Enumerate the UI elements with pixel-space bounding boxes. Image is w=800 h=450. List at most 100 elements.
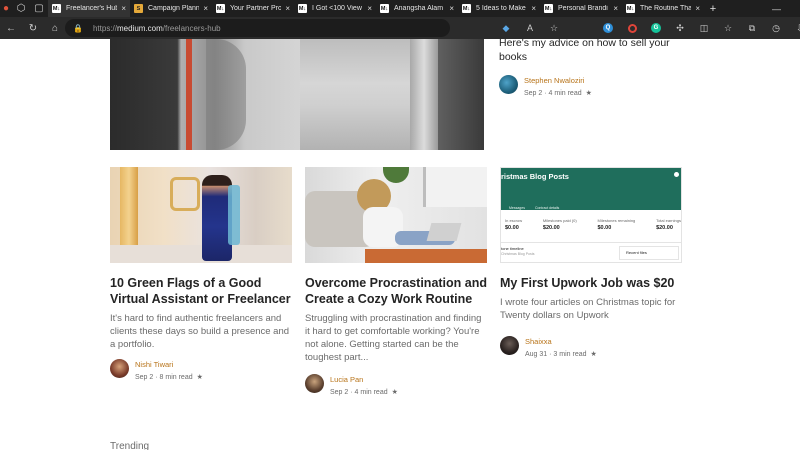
post-meta: Sep 2 · 8 min read ★ [135,373,203,383]
profile-icon[interactable]: ● [0,0,12,17]
story-author: Shaixxa Aug 31 · 3 min read ★ [500,336,682,360]
post-date: Sep 2 [330,389,349,396]
home-icon[interactable]: ⌂ [44,17,66,39]
tab-anangsha-alam[interactable]: M↓ Anangsha Alam × [376,0,458,17]
close-tab-icon[interactable]: × [121,4,126,13]
close-tab-icon[interactable]: × [695,4,700,13]
thumbnail-stat: Milestones remaining $0.00 [597,218,635,231]
author-name[interactable]: Shaixxa [525,337,597,346]
tab-title: I Got <100 View [312,5,362,12]
close-tab-icon[interactable]: × [449,4,454,13]
avatar[interactable] [500,336,519,355]
tab-title: The Routine Tha [640,5,692,12]
url-host: medium.com [116,23,163,33]
grammarly-icon[interactable]: G [644,17,668,39]
story-subtitle[interactable]: I wrote four articles on Christmas topic… [500,296,682,322]
tab-5-ideas[interactable]: M↓ 5 Ideas to Make × [458,0,540,17]
tab-title: Anangsha Alam [394,5,444,12]
url-path: /freelancers-hub [162,23,221,33]
story-card[interactable]: Overcome Procrastination and Create a Co… [305,167,487,398]
tab-personal-branding[interactable]: M↓ Personal Brandi × [540,0,622,17]
history-icon[interactable]: ◷ [764,17,788,39]
extension-record-icon[interactable] [620,17,644,39]
minimize-icon[interactable]: — [772,0,781,17]
stat-label: Milestones remaining [597,218,636,223]
story-subtitle[interactable]: Struggling with procrastination and find… [305,312,487,364]
medium-favicon-icon: M↓ [298,4,307,13]
refresh-icon[interactable]: ↻ [22,17,44,39]
story-title[interactable]: 10 Green Flags of a Good Virtual Assista… [110,275,292,307]
collections-icon[interactable]: ⧉ [740,17,764,39]
image-detail [170,177,200,211]
read-time: 4 min read [354,389,388,396]
author-name[interactable]: Stephen Nwaloziri [524,76,592,85]
image-detail [300,39,410,150]
thumbnail-title: ristmas Blog Posts [501,172,569,181]
divider [566,17,596,39]
post-meta: Aug 31 · 3 min read ★ [525,350,597,360]
favorite-star-icon[interactable]: ☆ [542,17,566,39]
extension-search-icon[interactable]: Q [596,17,620,39]
story-card[interactable]: 10 Green Flags of a Good Virtual Assista… [110,167,292,383]
tab-title: Freelancer's Hub [66,5,118,12]
thumbnail-menu-icon [674,172,679,177]
image-detail [410,39,438,150]
author-name[interactable]: Lucia Pan [330,375,398,384]
thumbnail-tabs: Messages Contract details [509,206,559,210]
author-name[interactable]: Nishi Tiwari [135,360,203,369]
avatar[interactable] [305,374,324,393]
close-tab-icon[interactable]: × [203,4,208,13]
new-tab-button[interactable]: + [704,3,722,15]
avatar[interactable] [499,75,518,94]
tab-freelancers-hub[interactable]: M↓ Freelancer's Hub × [48,0,130,17]
workspaces-icon[interactable]: ⬡ [12,0,30,17]
medium-favicon-icon: M↓ [544,4,553,13]
story-subtitle[interactable]: It's hard to find authentic freelancers … [110,312,292,351]
close-tab-icon[interactable]: × [613,4,618,13]
story-title[interactable]: My First Upwork Job was $20 [500,275,682,291]
story-author: Nishi Tiwari Sep 2 · 8 min read ★ [110,359,292,383]
back-icon[interactable]: ← [0,17,22,39]
featured-story-image[interactable] [110,39,484,150]
thumbnail-stat: Total earnings $20.00 [656,218,681,231]
tab-i-got-100-views[interactable]: M↓ I Got <100 View × [294,0,376,17]
medium-favicon-icon: M↓ [626,4,635,13]
featured-story-snippet[interactable]: Here's my advice on how to sell your boo… [499,39,679,64]
stat-value: $20.00 [656,225,673,231]
story-thumbnail[interactable]: ristmas Blog Posts Messages Contract det… [500,167,682,263]
tab-your-partner[interactable]: M↓ Your Partner Pro × [212,0,294,17]
tab-title: Your Partner Pro [230,5,282,12]
image-detail [206,39,246,150]
tab-the-routine[interactable]: M↓ The Routine Tha × [622,0,704,17]
story-title[interactable]: Overcome Procrastination and Create a Co… [305,275,487,307]
tag-icon[interactable]: ◆ [494,17,518,39]
address-bar[interactable]: 🔒 https:// medium.com /freelancers-hub [65,19,450,37]
medium-favicon-icon: M↓ [380,4,389,13]
post-date: Sep 2 [524,90,543,97]
medium-favicon-icon: M↓ [52,4,61,13]
close-tab-icon[interactable]: × [285,4,290,13]
tab-actions-icon[interactable]: ▢ [30,0,48,17]
thumbnail-stat: In escrow $0.00 [505,218,522,231]
story-thumbnail[interactable] [110,167,292,263]
downloads-icon[interactable]: ⇩ [788,17,800,39]
lock-icon: 🔒 [73,23,83,33]
tab-title: Personal Brandi [558,5,608,12]
tab-title: Campaign Planni [148,5,200,12]
extensions-puzzle-icon[interactable]: ✣ [668,17,692,39]
divider [501,242,681,243]
favorites-icon[interactable]: ☆ [716,17,740,39]
tab-campaign-planning[interactable]: S Campaign Planni × [130,0,212,17]
read-aloud-icon[interactable]: A [518,17,542,39]
stat-value: $0.00 [505,225,519,231]
split-screen-icon[interactable]: ◫ [692,17,716,39]
story-thumbnail[interactable] [305,167,487,263]
thumbnail-tab: Messages [509,206,525,210]
close-tab-icon[interactable]: × [367,4,372,13]
story-card[interactable]: ristmas Blog Posts Messages Contract det… [500,167,682,360]
read-time: 8 min read [159,374,193,381]
avatar[interactable] [110,359,129,378]
tab-strip: ● ⬡ ▢ M↓ Freelancer's Hub × S Campaign P… [0,0,800,17]
close-tab-icon[interactable]: × [531,4,536,13]
member-star-icon: ★ [590,351,597,358]
